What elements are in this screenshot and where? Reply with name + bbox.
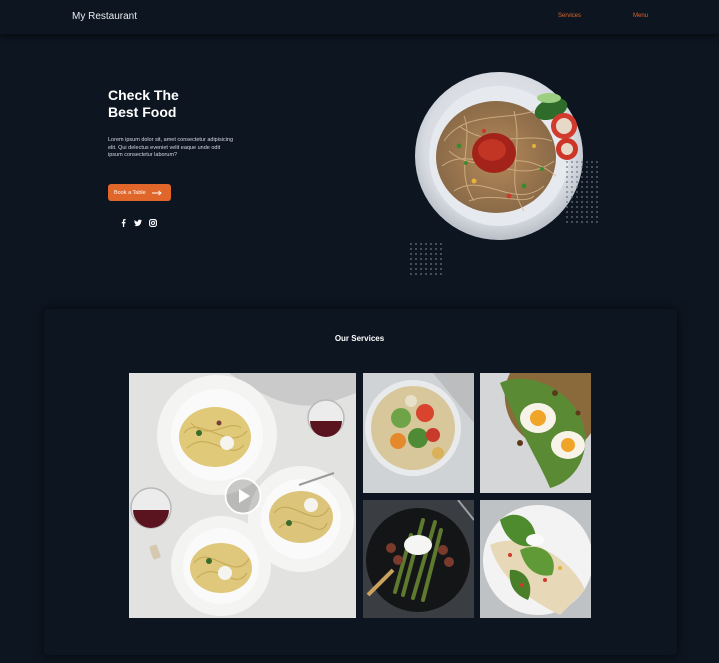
hero-description: Lorem ipsum dolor sit, amet consectetur … <box>108 137 234 158</box>
social-links <box>119 218 157 227</box>
nav-link-menu[interactable]: Menu <box>633 13 648 19</box>
hero-title-line2: Best Food <box>108 104 177 120</box>
avocado-egg-toast-photo <box>480 373 591 493</box>
brand-logo[interactable]: My Restaurant <box>72 11 137 22</box>
salad-plate-photo <box>480 500 591 618</box>
book-table-label: Book a Table <box>114 189 146 196</box>
asparagus-plate-photo <box>363 500 474 618</box>
hero-title: Check The Best Food <box>108 87 179 121</box>
navbar: My Restaurant Services Menu <box>0 0 719 34</box>
decorative-dots-pattern <box>566 161 598 223</box>
facebook-icon[interactable] <box>119 218 127 227</box>
instagram-icon[interactable] <box>149 218 157 227</box>
arrow-right-icon <box>151 189 162 196</box>
veggie-bowl-photo <box>363 373 474 493</box>
hero-pasta-plate-image <box>415 72 583 240</box>
services-title: Our Services <box>334 334 385 343</box>
hero-title-line1: Check The <box>108 87 179 103</box>
nav-link-services[interactable]: Services <box>558 13 581 19</box>
twitter-icon[interactable] <box>134 218 142 227</box>
decorative-dots-pattern <box>410 243 442 275</box>
play-video-button[interactable] <box>224 477 262 515</box>
book-table-button[interactable]: Book a Table <box>108 184 171 201</box>
